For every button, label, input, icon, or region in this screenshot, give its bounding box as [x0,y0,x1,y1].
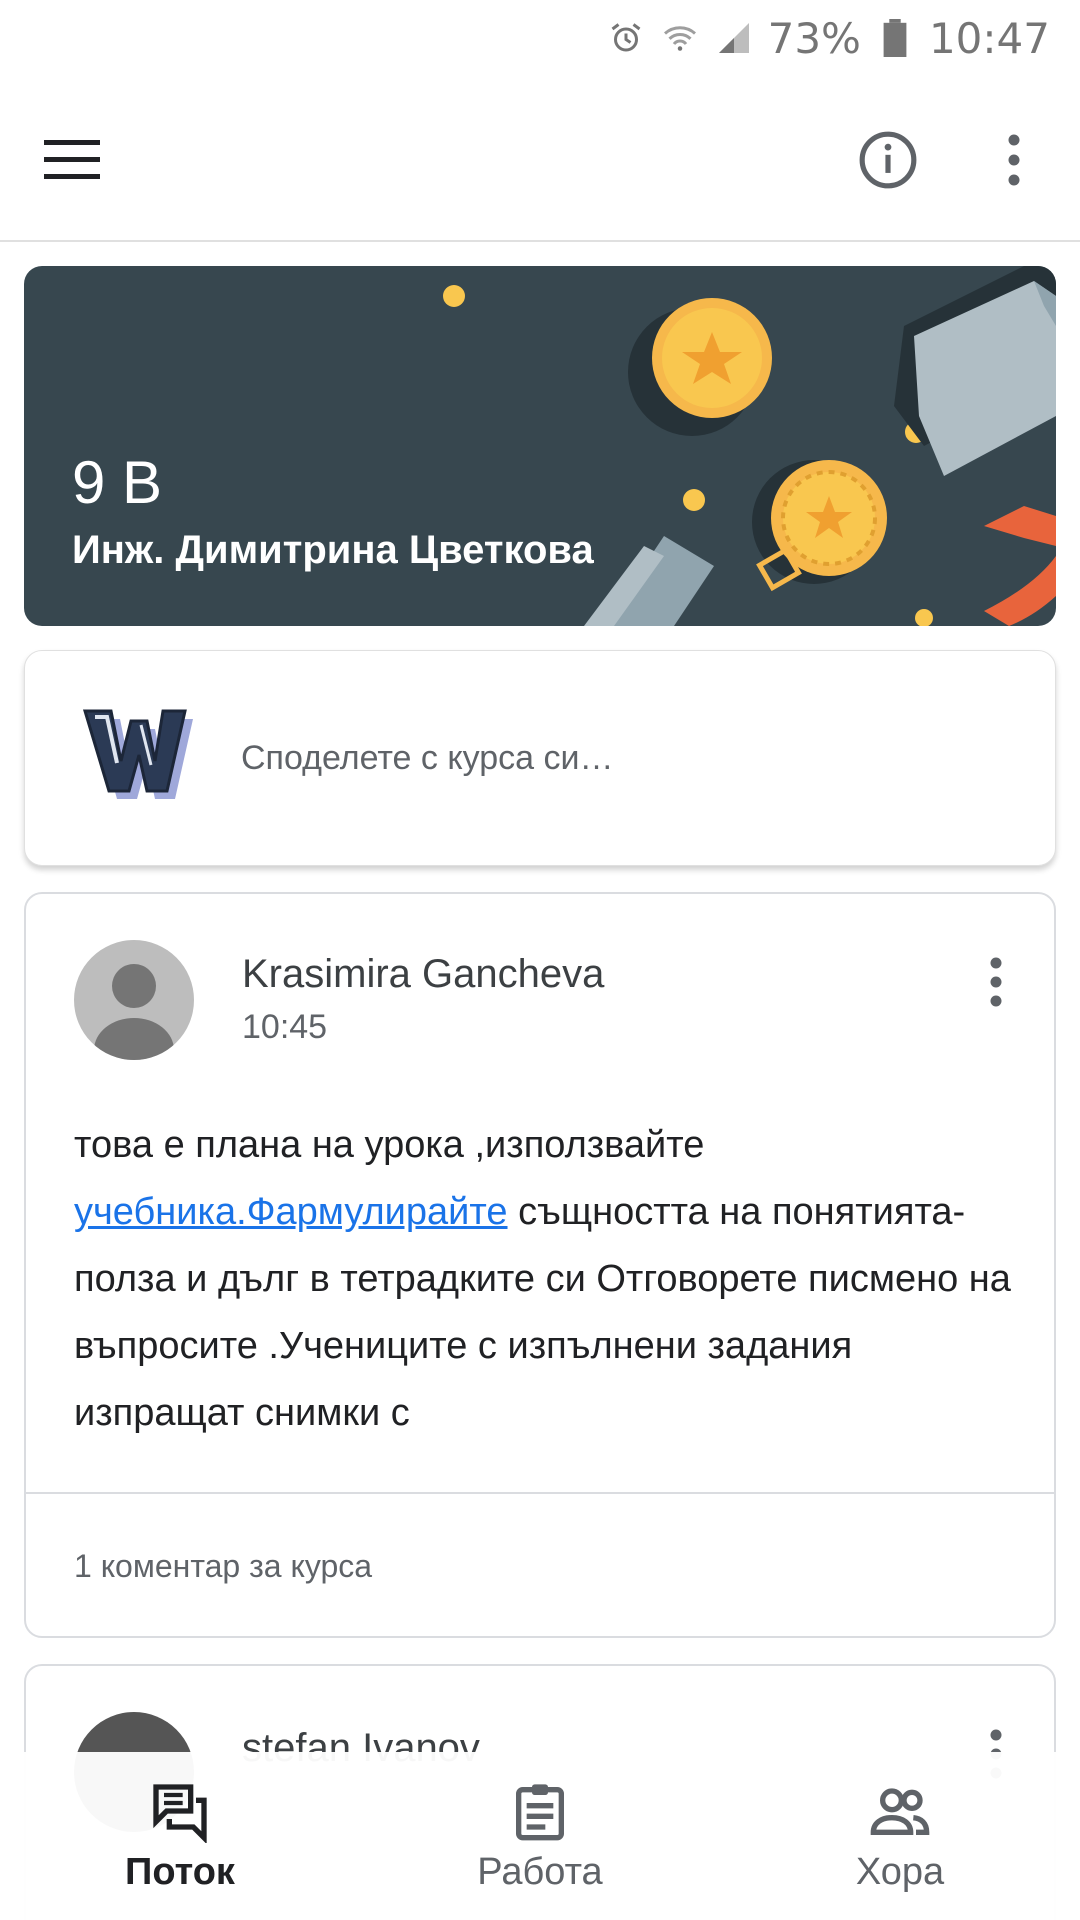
battery-icon [875,18,915,58]
nav-stream[interactable]: Поток [0,1752,360,1920]
status-bar: 73% 10:47 [0,0,1080,76]
alarm-icon [606,18,646,58]
share-with-class-card[interactable]: Споделете с курса си… [24,650,1056,866]
share-placeholder: Споделете с курса си… [241,739,614,777]
user-avatar [75,699,195,819]
info-button[interactable] [846,118,930,202]
menu-button[interactable] [30,118,114,202]
post-more-button[interactable] [966,942,1026,1022]
class-teacher: Инж. Димитрина Цветкова [72,528,594,572]
info-icon [859,131,917,189]
more-vert-icon [990,957,1002,1007]
post-author: Krasimira Gancheva [242,952,605,996]
stream-icon [148,1779,212,1843]
nav-people-label: Хора [855,1850,945,1893]
stream-post[interactable]: Krasimira Gancheva 10:45 това е плана на… [24,892,1056,1638]
post-divider [26,1492,1054,1494]
nav-classwork[interactable]: Работа [360,1752,720,1920]
nav-stream-label: Поток [125,1850,235,1893]
more-options-button[interactable] [972,118,1056,202]
author-avatar [74,940,194,1060]
app-bar [0,76,1080,242]
nav-classwork-label: Работа [477,1850,603,1893]
class-comments-link[interactable]: 1 коментар за курса [74,1548,372,1585]
menu-icon [44,140,100,179]
bottom-navigation: Поток Работа Хора [0,1752,1080,1920]
post-text-start: това е плана на урока ,използвайте [74,1124,705,1166]
post-time: 10:45 [242,1008,328,1046]
status-time: 10:47 [928,13,1050,63]
classwork-icon [508,1779,572,1843]
battery-percent: 73% [767,13,861,63]
post-link[interactable]: учебника.Фармулирайте [74,1191,508,1233]
class-name: 9 В [72,449,163,516]
wifi-icon [660,18,700,58]
nav-people[interactable]: Хора [720,1752,1080,1920]
signal-icon [714,18,754,58]
post-body: това е плана на урока ,използвайте учебн… [74,1112,1024,1447]
people-icon [868,1779,932,1843]
more-vert-icon [1008,134,1020,186]
